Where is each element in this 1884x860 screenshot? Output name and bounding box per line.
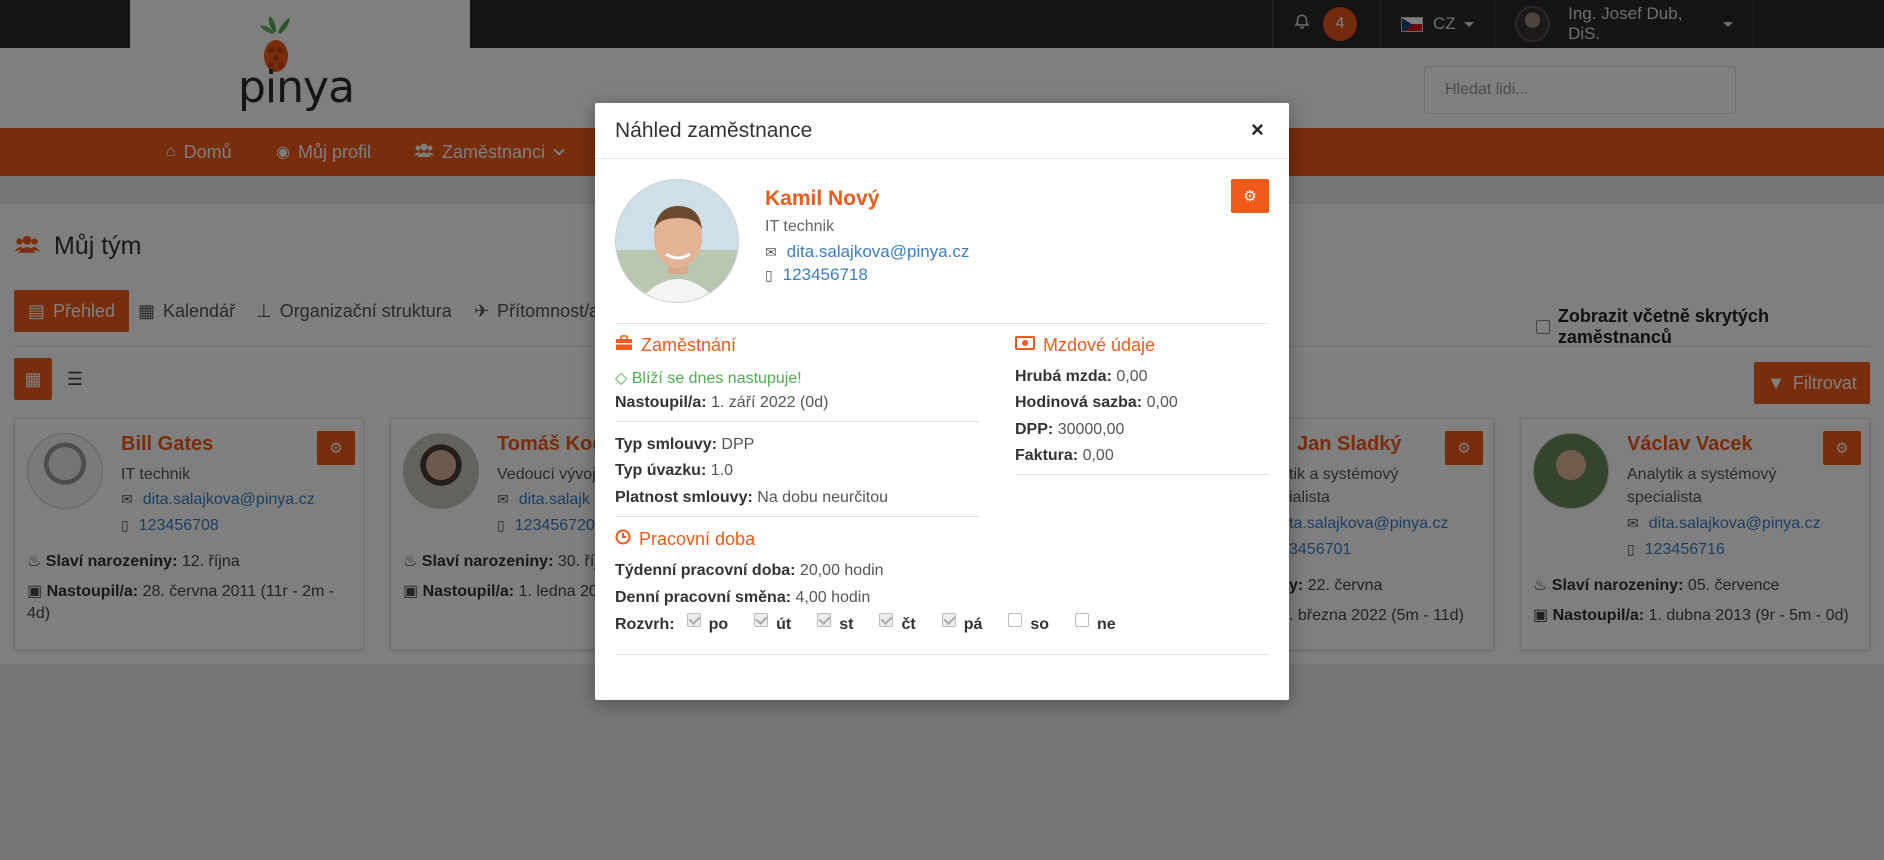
schedule-row: Rozvrh: po út st čt pá so ne (615, 613, 1116, 634)
day-checkbox (686, 613, 701, 627)
weekly-value: 20,00 hodin (799, 562, 884, 579)
contract-type-label: Typ smlouvy: (615, 436, 717, 453)
employment-section-title: Zaměstnání (615, 335, 736, 356)
invoice-row: Faktura: 0,00 (1015, 447, 1114, 465)
mobile-icon: ▯ (765, 266, 773, 283)
section-title-text: Mzdové údaje (1043, 335, 1156, 355)
invoice-value: 0,00 (1082, 447, 1114, 464)
employee-name: Kamil Nový (765, 187, 880, 210)
worktime-section-title: Pracovní doba (615, 529, 755, 550)
settings-button[interactable]: ⚙ (1231, 179, 1269, 213)
modal-title: Náhled zaměstnance (615, 119, 813, 142)
hourly-rate-row: Hodinová sazba: 0,00 (1015, 394, 1178, 412)
envelope-icon: ✉ (765, 243, 777, 260)
day-checkbox (941, 613, 956, 627)
section-title-text: Zaměstnání (641, 335, 737, 355)
schedule-day: pá (941, 613, 983, 634)
day-label: čt (901, 616, 916, 633)
dpp-value: 30000,00 (1057, 421, 1125, 438)
joined-label: Nastoupil/a: (615, 394, 707, 411)
employee-email[interactable]: ✉ dita.salajkova@pinya.cz (765, 242, 969, 262)
notice-text: Blíží se dnes nastupuje! (631, 370, 802, 387)
dpp-label: DPP: (1015, 421, 1054, 438)
employee-phone[interactable]: ▯ 123456718 (765, 265, 868, 285)
section-title-text: Pracovní doba (639, 529, 756, 549)
day-checkbox (1075, 613, 1090, 627)
gross-value: 0,00 (1116, 368, 1148, 385)
day-label: po (708, 616, 729, 633)
day-checkbox (754, 613, 769, 627)
validity-label: Platnost smlouvy: (615, 489, 753, 506)
workload-label: Typ úvazku: (615, 462, 707, 479)
validity-row: Platnost smlouvy: Na dobu neurčitou (615, 489, 888, 507)
joined-row: Nastoupil/a: 1. září 2022 (0d) (615, 394, 828, 412)
divider (615, 421, 979, 422)
daily-label: Denní pracovní směna: (615, 589, 792, 606)
day-label: so (1030, 616, 1050, 633)
invoice-label: Faktura: (1015, 447, 1079, 464)
employee-photo (615, 179, 739, 303)
contract-type-value: DPP (721, 436, 755, 453)
day-checkbox (1008, 613, 1023, 627)
hourly-label: Hodinová sazba: (1015, 394, 1143, 411)
gross-salary-row: Hrubá mzda: 0,00 (1015, 368, 1148, 386)
divider (615, 323, 1269, 324)
day-label: út (776, 616, 792, 633)
validity-value: Na dobu neurčitou (757, 489, 889, 506)
workload-value: 1.0 (710, 462, 733, 479)
schedule-day: čt (879, 613, 916, 634)
divider (615, 516, 979, 517)
diamond-icon: ◇ (615, 370, 632, 387)
joined-value: 1. září 2022 (0d) (711, 394, 829, 411)
weekly-hours-row: Týdenní pracovní doba: 20,00 hodin (615, 562, 884, 580)
schedule-day: po (686, 613, 729, 634)
gears-icon: ⚙ (1243, 188, 1257, 205)
contract-type-row: Typ smlouvy: DPP (615, 436, 754, 454)
daily-value: 4,00 hodin (795, 589, 871, 606)
dpp-row: DPP: 30000,00 (1015, 421, 1124, 439)
money-bill-icon (1015, 336, 1035, 355)
schedule-day: út (754, 613, 792, 634)
briefcase-icon (615, 335, 633, 356)
weekly-label: Týdenní pracovní doba: (615, 562, 796, 579)
salary-section-title: Mzdové údaje (1015, 335, 1155, 356)
employee-role: IT technik (765, 218, 835, 235)
divider (1015, 474, 1269, 475)
phone-link[interactable]: 123456718 (783, 265, 868, 285)
day-checkbox (879, 613, 894, 627)
close-button[interactable]: × (1251, 117, 1264, 143)
clock-icon (615, 529, 631, 550)
day-label: st (839, 616, 854, 633)
day-label: ne (1097, 616, 1116, 633)
divider (615, 654, 1269, 655)
day-label: pá (963, 616, 983, 633)
schedule-day: ne (1075, 613, 1116, 634)
schedule-day: so (1008, 613, 1050, 634)
divider (595, 158, 1289, 159)
workload-row: Typ úvazku: 1.0 (615, 462, 733, 480)
day-checkbox (817, 613, 832, 627)
gross-label: Hrubá mzda: (1015, 368, 1112, 385)
start-notice: ◇ Blíží se dnes nastupuje! (615, 368, 802, 388)
hourly-value: 0,00 (1146, 394, 1178, 411)
email-link[interactable]: dita.salajkova@pinya.cz (787, 242, 970, 262)
daily-shift-row: Denní pracovní směna: 4,00 hodin (615, 589, 870, 607)
employee-preview-modal: Náhled zaměstnance × Kamil Nový IT techn… (595, 103, 1289, 700)
schedule-label: Rozvrh: (615, 616, 675, 633)
schedule-day: st (817, 613, 854, 634)
